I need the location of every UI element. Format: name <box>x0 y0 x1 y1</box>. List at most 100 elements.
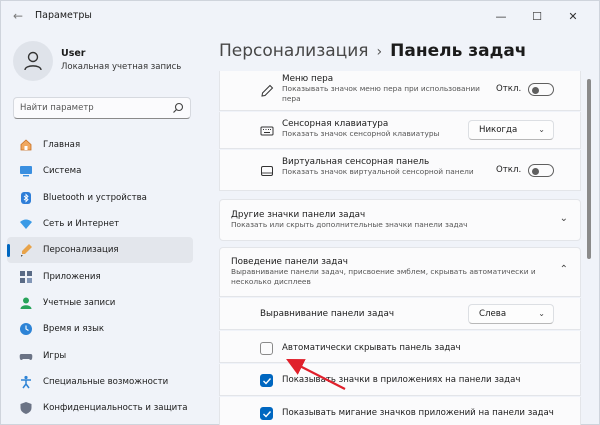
section-other-taskbar-icons[interactable]: Другие значки панели задач Показать или … <box>219 199 581 241</box>
dropdown-value: Слева <box>479 309 507 319</box>
sidebar-item-time-language[interactable]: Время и язык <box>7 316 193 342</box>
touchpad-icon <box>261 166 273 176</box>
auto-hide-checkbox[interactable] <box>260 342 273 355</box>
breadcrumb-parent[interactable]: Персонализация <box>219 41 369 61</box>
sidebar-item-label: Специальные возможности <box>43 376 169 387</box>
sidebar-item-label: Время и язык <box>43 324 105 335</box>
bluetooth-icon <box>19 191 33 205</box>
personalization-icon <box>19 243 33 258</box>
home-icon <box>19 138 33 152</box>
setting-title: Выравнивание панели задач <box>260 309 395 319</box>
user-profile[interactable]: User Локальная учетная запись <box>13 39 213 83</box>
apps-icon <box>19 270 33 284</box>
show-badges-checkbox[interactable] <box>260 374 273 387</box>
taskbar-alignment-dropdown[interactable]: Слева ⌄ <box>468 304 554 324</box>
pen-icon <box>261 84 274 97</box>
search-box[interactable] <box>13 97 191 119</box>
toggle-state-label: Откл. <box>496 84 522 94</box>
checkmark-icon <box>263 411 272 418</box>
title-bar: ← Параметры — ☐ ✕ <box>1 1 599 31</box>
page-title: Панель задач <box>390 41 527 61</box>
setting-touch-keyboard: Сенсорная клавиатура Показать значок сен… <box>219 112 581 149</box>
sidebar-item-accessibility[interactable]: Специальные возможности <box>7 369 193 395</box>
settings-window: ← Параметры — ☐ ✕ User Локальная учетная… <box>0 0 600 425</box>
checkbox-label: Автоматически скрывать панель задач <box>282 343 461 353</box>
search-input[interactable] <box>20 103 170 113</box>
setting-title: Меню пера <box>282 74 334 84</box>
checkbox-label: Показывать мигание значков приложений на… <box>282 408 554 418</box>
search-icon[interactable] <box>172 102 184 114</box>
checkbox-label: Показывать значки в приложениях на панел… <box>282 375 521 385</box>
section-title: Другие значки панели задач <box>231 210 366 220</box>
sidebar-item-network[interactable]: Сеть и Интернет <box>7 211 193 237</box>
section-taskbar-behavior[interactable]: Поведение панели задач Выравнивание пане… <box>219 247 581 297</box>
setting-title: Сенсорная клавиатура <box>282 119 389 129</box>
gaming-icon <box>19 349 33 363</box>
option-show-flashing: Показывать мигание значков приложений на… <box>219 397 581 425</box>
account-type: Локальная учетная запись <box>61 62 182 72</box>
sidebar-item-accounts[interactable]: Учетные записи <box>7 290 193 316</box>
sidebar-item-label: Учетные записи <box>43 297 116 308</box>
back-arrow-icon[interactable]: ← <box>11 8 25 24</box>
app-title: Параметры <box>35 10 92 21</box>
user-icon <box>24 51 42 71</box>
setting-virtual-touchpad: Виртуальная сенсорная панель Показать зн… <box>219 150 581 191</box>
scrollbar[interactable] <box>587 79 591 259</box>
setting-description: Показать значок сенсорной клавиатуры <box>282 129 440 138</box>
chevron-up-icon[interactable]: ⌃ <box>560 264 568 275</box>
sidebar-item-label: Главная <box>43 140 81 151</box>
sidebar-item-bluetooth[interactable]: Bluetooth и устройства <box>7 185 193 211</box>
breadcrumb: Персонализация › Панель задач <box>219 41 526 61</box>
sidebar-item-apps[interactable]: Приложения <box>7 263 193 289</box>
section-description: Выравнивание панели задач, присвоение эм… <box>231 267 536 286</box>
minimize-button[interactable]: — <box>483 5 519 27</box>
sidebar-item-label: Игры <box>43 350 67 361</box>
setting-description: Показать значок виртуальной сенсорной па… <box>282 167 474 176</box>
toggle-knob <box>532 167 539 175</box>
sidebar-item-label: Персонализация <box>43 245 119 256</box>
accessibility-icon <box>19 375 33 389</box>
accounts-icon <box>19 296 33 310</box>
toggle-knob <box>532 86 539 94</box>
section-title: Поведение панели задач <box>231 257 348 267</box>
sidebar-item-personalization[interactable]: Персонализация <box>7 237 193 264</box>
window-controls: — ☐ ✕ <box>483 5 591 27</box>
maximize-button[interactable]: ☐ <box>519 5 555 27</box>
breadcrumb-separator: › <box>376 44 383 60</box>
network-icon <box>19 217 33 231</box>
option-auto-hide: Автоматически скрывать панель задач <box>219 331 581 363</box>
setting-title: Виртуальная сенсорная панель <box>282 157 430 167</box>
avatar <box>13 41 53 81</box>
sidebar-item-gaming[interactable]: Игры <box>7 342 193 368</box>
setting-taskbar-alignment: Выравнивание панели задач Слева ⌄ <box>219 298 581 330</box>
setting-pen-menu: Меню пера Показывать значок меню пера пр… <box>219 71 581 111</box>
touch-keyboard-dropdown[interactable]: Никогда ⌄ <box>468 120 554 140</box>
pen-menu-toggle[interactable] <box>528 83 554 96</box>
user-name: User <box>61 48 86 59</box>
sidebar-item-system[interactable]: Система <box>7 158 193 184</box>
system-icon <box>19 164 33 178</box>
sidebar-item-home[interactable]: Главная <box>7 132 193 158</box>
sidebar-item-label: Конфиденциальность и защита <box>43 403 188 414</box>
setting-description: Показывать значок меню пера при использо… <box>282 84 480 103</box>
close-button[interactable]: ✕ <box>555 5 591 27</box>
sidebar-item-label: Bluetooth и устройства <box>43 192 147 203</box>
chevron-down-icon: ⌄ <box>538 309 545 318</box>
show-flashing-checkbox[interactable] <box>260 407 273 420</box>
checkmark-icon <box>263 378 272 385</box>
option-show-badges: Показывать значки в приложениях на панел… <box>219 364 581 396</box>
sidebar-item-privacy[interactable]: Конфиденциальность и защита <box>7 395 193 421</box>
virtual-touchpad-toggle[interactable] <box>528 164 554 177</box>
section-description: Показать или скрыть дополнительные значк… <box>231 220 468 229</box>
sidebar-item-label: Приложения <box>43 271 101 282</box>
keyboard-icon <box>260 126 274 136</box>
chevron-down-icon: ⌄ <box>538 125 545 134</box>
dropdown-value: Никогда <box>479 125 518 135</box>
chevron-down-icon[interactable]: ⌄ <box>560 213 568 224</box>
time-language-icon <box>19 322 33 336</box>
shield-icon <box>19 401 33 415</box>
toggle-state-label: Откл. <box>496 165 522 175</box>
sidebar-item-label: Сеть и Интернет <box>43 219 120 230</box>
settings-content: Меню пера Показывать значок меню пера пр… <box>219 71 581 425</box>
sidebar-item-label: Система <box>43 166 82 177</box>
